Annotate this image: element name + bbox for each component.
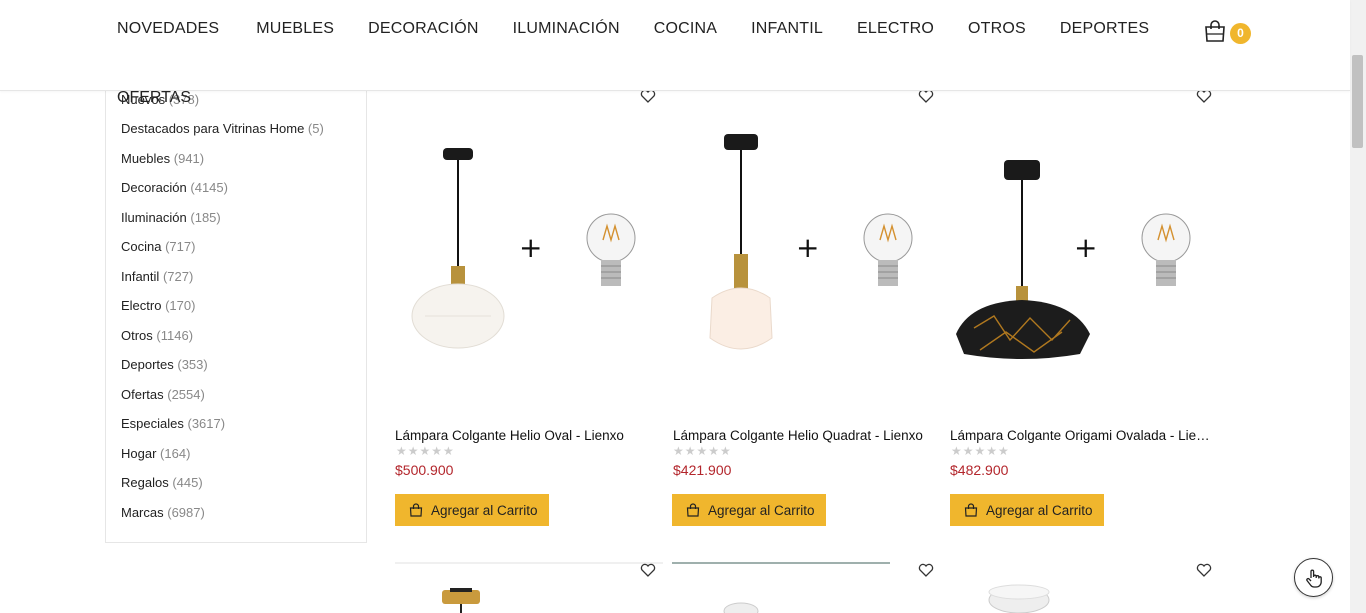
nav-ofertas[interactable]: OFERTAS xyxy=(117,89,191,107)
product-image[interactable] xyxy=(722,600,760,613)
category-item[interactable]: Hogar (164) xyxy=(121,446,190,461)
add-to-cart-label: Agregar al Carrito xyxy=(986,502,1093,518)
heart-icon[interactable] xyxy=(640,563,656,577)
nav-deportes[interactable]: DEPORTES xyxy=(1060,20,1149,38)
rating-stars: ★★★★★ xyxy=(396,444,455,458)
heart-icon[interactable] xyxy=(918,563,934,577)
category-item[interactable]: Iluminación (185) xyxy=(121,210,221,225)
bag-icon xyxy=(409,503,423,517)
heart-icon[interactable] xyxy=(1196,563,1212,577)
add-to-cart-label: Agregar al Carrito xyxy=(431,502,538,518)
scrollbar-thumb[interactable] xyxy=(1352,55,1363,148)
nav-iluminacion[interactable]: ILUMINACIÓN xyxy=(513,20,620,38)
cart-count-badge: 0 xyxy=(1230,23,1251,44)
product-card-top xyxy=(672,562,890,564)
category-sidebar: Nuevos (378) Destacados para Vitrinas Ho… xyxy=(105,91,367,543)
category-item[interactable]: Destacados para Vitrinas Home (5) xyxy=(121,121,324,136)
heart-icon[interactable] xyxy=(640,89,656,103)
cart-button[interactable]: 0 xyxy=(1203,19,1253,45)
header: NOVEDADES MUEBLES DECORACIÓN ILUMINACIÓN… xyxy=(0,0,1350,91)
product-price: $500.900 xyxy=(395,462,454,478)
rating-stars: ★★★★★ xyxy=(673,444,732,458)
product-image[interactable] xyxy=(440,586,482,613)
svg-text:+: + xyxy=(1074,231,1097,264)
category-item[interactable]: Marcas (6987) xyxy=(121,505,205,520)
nav-muebles[interactable]: MUEBLES xyxy=(256,20,334,38)
category-item[interactable]: Muebles (941) xyxy=(121,151,204,166)
add-to-cart-button[interactable]: Agregar al Carrito xyxy=(672,494,826,526)
svg-text:+: + xyxy=(796,231,819,264)
nav-decoracion[interactable]: DECORACIÓN xyxy=(368,20,478,38)
product-image[interactable]: + xyxy=(395,120,663,380)
heart-icon[interactable] xyxy=(1196,89,1212,103)
category-item[interactable]: Infantil (727) xyxy=(121,269,193,284)
product-price: $421.900 xyxy=(673,462,732,478)
product-name[interactable]: Lámpara Colgante Origami Ovalada - Lienx… xyxy=(950,428,1216,443)
product-name[interactable]: Lámpara Colgante Helio Quadrat - Lienxo xyxy=(673,428,941,443)
svg-text:+: + xyxy=(519,231,542,264)
product-image[interactable] xyxy=(988,584,1050,613)
product-card-top xyxy=(395,562,663,564)
add-to-cart-button[interactable]: Agregar al Carrito xyxy=(395,494,549,526)
nav-novedades[interactable]: NOVEDADES xyxy=(117,20,219,38)
shopping-bag-icon xyxy=(1205,20,1225,42)
bag-icon xyxy=(964,503,978,517)
main-nav: NOVEDADES MUEBLES DECORACIÓN ILUMINACIÓN… xyxy=(117,20,1183,38)
page-scrollbar[interactable] xyxy=(1350,0,1366,613)
bag-icon xyxy=(686,503,700,517)
page: NOVEDADES MUEBLES DECORACIÓN ILUMINACIÓN… xyxy=(0,0,1366,613)
add-to-cart-button[interactable]: Agregar al Carrito xyxy=(950,494,1104,526)
category-item[interactable]: Deportes (353) xyxy=(121,357,208,372)
add-to-cart-label: Agregar al Carrito xyxy=(708,502,815,518)
category-item[interactable]: Electro (170) xyxy=(121,298,195,313)
category-item[interactable]: Regalos (445) xyxy=(121,475,203,490)
accessibility-button[interactable] xyxy=(1294,558,1333,597)
nav-cocina[interactable]: COCINA xyxy=(654,20,717,38)
heart-icon[interactable] xyxy=(918,89,934,103)
category-item[interactable]: Otros (1146) xyxy=(121,328,193,343)
category-item[interactable]: Cocina (717) xyxy=(121,239,195,254)
nav-otros[interactable]: OTROS xyxy=(968,20,1026,38)
product-image[interactable]: + xyxy=(672,120,940,380)
nav-infantil[interactable]: INFANTIL xyxy=(751,20,823,38)
category-item[interactable]: Ofertas (2554) xyxy=(121,387,205,402)
category-item[interactable]: Decoración (4145) xyxy=(121,180,228,195)
rating-stars: ★★★★★ xyxy=(951,444,1010,458)
product-price: $482.900 xyxy=(950,462,1009,478)
category-item[interactable]: Especiales (3617) xyxy=(121,416,225,431)
product-name[interactable]: Lámpara Colgante Helio Oval - Lienxo xyxy=(395,428,660,443)
hand-pointer-icon xyxy=(1305,569,1322,588)
product-image[interactable]: + xyxy=(950,120,1218,380)
nav-electro[interactable]: ELECTRO xyxy=(857,20,934,38)
